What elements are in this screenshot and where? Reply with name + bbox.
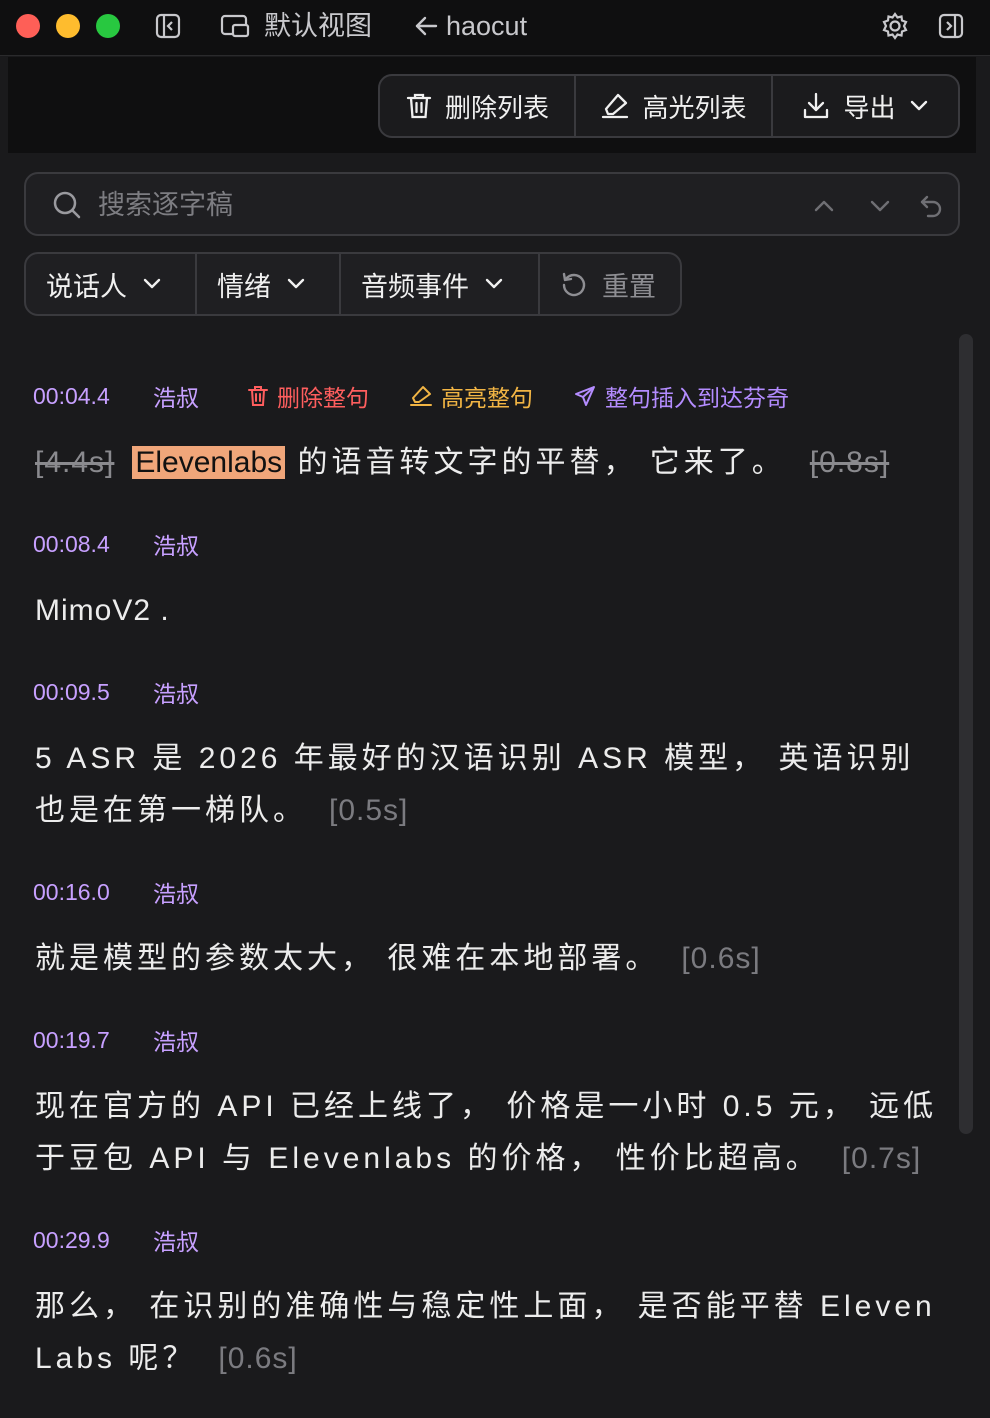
highlighted-word[interactable]: Elevenlabs bbox=[132, 446, 286, 479]
segment-header: 00:16.0 浩叔 bbox=[33, 875, 247, 909]
list-actions-group: 删除列表 高光列表 导出 bbox=[378, 74, 960, 138]
audio-event-filter-label: 音频事件 bbox=[361, 271, 469, 302]
highlighter-icon bbox=[600, 92, 630, 120]
back-label[interactable]: haocut bbox=[446, 10, 527, 42]
toolbar: 删除列表 高光列表 导出 bbox=[8, 57, 976, 153]
segment-timestamp[interactable]: 00:16.0 bbox=[33, 879, 153, 906]
segment-timestamp[interactable]: 00:29.9 bbox=[33, 1227, 153, 1254]
audio-event-filter-dropdown[interactable]: 音频事件 bbox=[341, 254, 540, 314]
segment-text[interactable]: MimoV2 . bbox=[35, 585, 940, 637]
delete-list-label: 删除列表 bbox=[444, 92, 549, 123]
segment-text[interactable]: 那么， 在识别的准确性与稳定性上面， 是否能平替 Eleven Labs 呢？[… bbox=[35, 1281, 940, 1385]
zoom-window-button[interactable] bbox=[96, 14, 120, 38]
chevron-down-icon bbox=[908, 95, 930, 117]
chevron-down-icon bbox=[285, 273, 307, 295]
filter-bar: 说话人 情绪 音频事件 重置 bbox=[24, 252, 682, 316]
reset-icon bbox=[560, 270, 588, 298]
delete-list-button[interactable]: 删除列表 bbox=[380, 76, 576, 136]
download-icon bbox=[801, 91, 831, 121]
delete-sentence-label: 删除整句 bbox=[277, 385, 369, 411]
highlighter-icon bbox=[409, 385, 433, 407]
segment-speaker[interactable]: 浩叔 bbox=[153, 379, 199, 413]
settings-gear-icon[interactable] bbox=[879, 10, 911, 42]
minimize-window-button[interactable] bbox=[56, 14, 80, 38]
pause-marker[interactable]: [0.8s] bbox=[810, 446, 889, 479]
delete-sentence-button[interactable]: 删除整句 bbox=[247, 379, 369, 413]
insert-to-davinci-button[interactable]: 整句插入到达芬奇 bbox=[573, 379, 789, 413]
previous-match-icon[interactable] bbox=[812, 194, 836, 218]
close-window-button[interactable] bbox=[16, 14, 40, 38]
segment-text-body: 的语音转文字的平替， 它来了。 bbox=[285, 446, 786, 479]
highlight-list-label: 高光列表 bbox=[642, 92, 747, 123]
view-selector[interactable]: 默认视图 bbox=[264, 10, 372, 42]
segment-text-body: 5 ASR 是 2026 年最好的汉语识别 ASR 模型， 英语识别也是在第一梯… bbox=[35, 742, 915, 827]
export-button[interactable]: 导出 bbox=[773, 76, 958, 136]
transcript-search bbox=[24, 172, 960, 236]
segment-speaker[interactable]: 浩叔 bbox=[153, 675, 199, 709]
search-icon bbox=[52, 190, 82, 220]
segment-speaker[interactable]: 浩叔 bbox=[153, 875, 199, 909]
segment-header: 00:29.9 浩叔 bbox=[33, 1223, 247, 1257]
segment-speaker[interactable]: 浩叔 bbox=[153, 1223, 199, 1257]
segment-timestamp[interactable]: 00:08.4 bbox=[33, 531, 153, 558]
pre-pause-marker[interactable]: [4.4s] bbox=[35, 446, 114, 479]
emotion-filter-dropdown[interactable]: 情绪 bbox=[197, 254, 341, 314]
highlight-sentence-button[interactable]: 高亮整句 bbox=[409, 379, 533, 413]
replace-undo-icon[interactable] bbox=[918, 193, 944, 219]
export-label: 导出 bbox=[843, 92, 896, 123]
speaker-filter-dropdown[interactable]: 说话人 bbox=[26, 254, 197, 314]
segment-header: 00:08.4 浩叔 bbox=[33, 527, 247, 561]
segment-timestamp[interactable]: 00:04.4 bbox=[33, 383, 153, 410]
segment-speaker[interactable]: 浩叔 bbox=[153, 1023, 199, 1057]
segment-header: 00:19.7 浩叔 bbox=[33, 1023, 247, 1057]
trash-icon bbox=[405, 91, 433, 121]
highlight-sentence-label: 高亮整句 bbox=[441, 385, 533, 411]
transcript-scrollbar[interactable] bbox=[959, 334, 973, 1134]
back-arrow-icon[interactable] bbox=[410, 10, 442, 42]
reset-filters-button[interactable]: 重置 bbox=[540, 254, 680, 314]
segment-text[interactable]: 5 ASR 是 2026 年最好的汉语识别 ASR 模型， 英语识别也是在第一梯… bbox=[35, 733, 940, 837]
reset-label: 重置 bbox=[602, 271, 656, 302]
segment-speaker[interactable]: 浩叔 bbox=[153, 527, 199, 561]
chevron-down-icon bbox=[141, 273, 163, 295]
send-icon bbox=[573, 384, 597, 408]
segment-text[interactable]: 就是模型的参数太大， 很难在本地部署。 [0.6s] bbox=[35, 933, 940, 985]
segment-text[interactable]: 现在官方的 API 已经上线了， 价格是一小时 0.5 元， 远低于豆包 API… bbox=[35, 1081, 940, 1185]
insert-to-davinci-label: 整句插入到达芬奇 bbox=[605, 385, 789, 411]
search-input[interactable] bbox=[98, 186, 778, 224]
segment-text-body: 现在官方的 API 已经上线了， 价格是一小时 0.5 元， 远低于豆包 API… bbox=[35, 1090, 938, 1175]
right-panel-toggle-icon[interactable] bbox=[935, 10, 967, 42]
trash-icon bbox=[247, 384, 269, 408]
segment-text-body: 就是模型的参数太大， 很难在本地部署。 bbox=[35, 942, 660, 975]
title-bar: 默认视图 haocut bbox=[0, 0, 990, 56]
chevron-down-icon bbox=[483, 273, 505, 295]
segment-timestamp[interactable]: 00:19.7 bbox=[33, 1027, 153, 1054]
sidebar-toggle-icon[interactable] bbox=[152, 10, 184, 42]
highlight-list-button[interactable]: 高光列表 bbox=[576, 76, 773, 136]
pause-marker[interactable]: [0.5s] bbox=[329, 794, 408, 827]
segment-text-body: MimoV2 . bbox=[35, 594, 170, 627]
next-match-icon[interactable] bbox=[868, 194, 892, 218]
segment-header: 00:04.4 浩叔 删除整句 高亮整句 整句插入到达芬奇 bbox=[33, 379, 829, 413]
segment-header: 00:09.5 浩叔 bbox=[33, 675, 247, 709]
speaker-filter-label: 说话人 bbox=[46, 271, 127, 302]
segment-text-body: 那么， 在识别的准确性与稳定性上面， 是否能平替 Eleven Labs 呢？ bbox=[35, 1290, 936, 1375]
pause-marker[interactable]: [0.6s] bbox=[218, 1342, 297, 1375]
pause-marker[interactable]: [0.7s] bbox=[842, 1142, 921, 1175]
view-icon[interactable] bbox=[219, 10, 251, 42]
pause-marker[interactable]: [0.6s] bbox=[681, 942, 760, 975]
segment-text[interactable]: [4.4s] Elevenlabs 的语音转文字的平替， 它来了。 [0.8s] bbox=[35, 437, 940, 489]
segment-timestamp[interactable]: 00:09.5 bbox=[33, 679, 153, 706]
emotion-filter-label: 情绪 bbox=[217, 271, 271, 302]
